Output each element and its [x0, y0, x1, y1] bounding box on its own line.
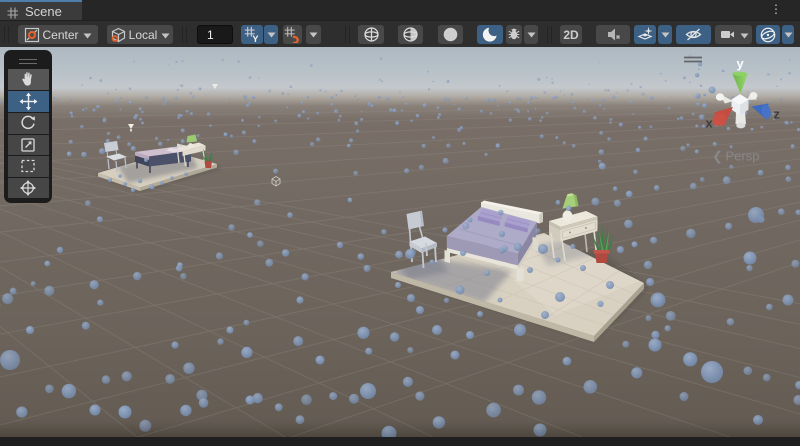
- svg-text:x: x: [706, 116, 714, 131]
- svg-text:y: y: [737, 56, 745, 71]
- svg-text:Y: Y: [252, 34, 259, 43]
- svg-text:❮ Persp: ❮ Persp: [712, 149, 759, 165]
- svg-text:z: z: [774, 107, 781, 122]
